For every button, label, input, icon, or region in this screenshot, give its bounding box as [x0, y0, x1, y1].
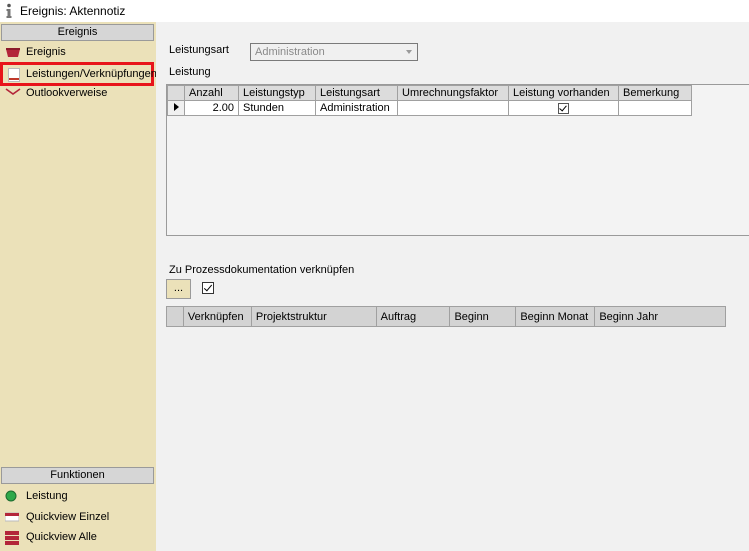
row-header-corner: [167, 85, 185, 101]
sidebar-item-ereignis[interactable]: Ereignis: [2, 43, 152, 61]
column-header-bemerkung[interactable]: Bemerkung: [618, 85, 692, 101]
cell-bemerkung[interactable]: [618, 100, 692, 116]
sidebar-item-outlookverweise[interactable]: Outlookverweise: [2, 84, 152, 102]
row-pointer-icon: [173, 103, 179, 111]
chevron-down-icon: [406, 50, 412, 54]
leistungsart-value: Administration: [255, 46, 325, 58]
prozess-checkbox[interactable]: [202, 282, 214, 294]
leistung-table: Anzahl Leistungstyp Leistungsart Umrechn…: [167, 85, 692, 116]
table-header-row: Verknüpfen Projektstruktur Auftrag Begin…: [166, 306, 726, 327]
column-header-leistungstyp[interactable]: Leistungstyp: [238, 85, 316, 101]
column-header-umrechnungsfaktor[interactable]: Umrechnungsfaktor: [397, 85, 509, 101]
prozess-label: Zu Prozessdokumentation verknüpfen: [169, 264, 355, 276]
column-header-projektstruktur[interactable]: Projektstruktur: [250, 306, 377, 327]
section-header-funktionen[interactable]: Funktionen: [1, 467, 154, 484]
leistungsart-select[interactable]: Administration: [250, 43, 418, 61]
sidebar-item-label: Leistung: [26, 490, 68, 502]
vorhanden-checkbox[interactable]: [558, 102, 569, 114]
quickview-single-icon: [5, 512, 19, 522]
row-header-corner: [166, 306, 184, 327]
row-selector[interactable]: [167, 100, 185, 116]
sidebar-item-quickview-einzel[interactable]: Quickview Einzel: [2, 508, 152, 526]
column-header-leistung-vorhanden[interactable]: Leistung vorhanden: [508, 85, 619, 101]
prozess-grid[interactable]: Verknüpfen Projektstruktur Auftrag Begin…: [166, 306, 726, 327]
sidebar-item-label: Quickview Einzel: [26, 511, 110, 523]
window-title: Ereignis: Aktennotiz: [20, 4, 126, 18]
cell-leistungsart[interactable]: Administration: [315, 100, 398, 116]
sidebar-item-label: Outlookverweise: [26, 87, 108, 99]
sidebar-item-quickview-alle[interactable]: Quickview Alle: [2, 528, 152, 546]
prozess-table: Verknüpfen Projektstruktur Auftrag Begin…: [166, 306, 726, 327]
cell-anzahl[interactable]: 2.00: [184, 100, 239, 116]
cell-leistung-vorhanden[interactable]: [508, 100, 619, 116]
sidebar: Ereignis Ereignis Leistungen/Verknüpfung…: [0, 22, 157, 551]
cell-leistungstyp[interactable]: Stunden: [238, 100, 316, 116]
sidebar-item-leistung[interactable]: Leistung: [2, 487, 152, 505]
sidebar-item-label: Ereignis: [26, 46, 66, 58]
main-panel: Leistungsart Administration Leistung Anz…: [156, 22, 749, 551]
sidebar-item-label: Leistungen/Verknüpfungen: [26, 68, 157, 80]
event-icon: [6, 48, 20, 57]
cell-umrechnungsfaktor[interactable]: [397, 100, 509, 116]
info-icon: [6, 3, 12, 18]
services-icon: [8, 68, 20, 82]
column-header-verknuepfen[interactable]: Verknüpfen: [182, 306, 252, 327]
column-header-beginn[interactable]: Beginn: [449, 306, 517, 327]
green-circle-icon: [5, 490, 17, 502]
title-bar: Ereignis: Aktennotiz: [0, 0, 749, 22]
browse-button[interactable]: ...: [166, 279, 191, 299]
sidebar-item-leistungen[interactable]: Leistungen/Verknüpfungen: [0, 62, 157, 86]
leistungsart-label: Leistungsart: [169, 44, 229, 56]
column-header-beginn-jahr[interactable]: Beginn Jahr: [594, 306, 726, 327]
table-row[interactable]: 2.00 Stunden Administration: [167, 100, 692, 116]
column-header-beginn-monat[interactable]: Beginn Monat: [515, 306, 596, 327]
section-header-ereignis[interactable]: Ereignis: [1, 24, 154, 41]
column-header-anzahl[interactable]: Anzahl: [184, 85, 239, 101]
leistung-label: Leistung: [169, 66, 211, 78]
leistung-grid[interactable]: Anzahl Leistungstyp Leistungsart Umrechn…: [166, 84, 749, 236]
column-header-leistungsart[interactable]: Leistungsart: [315, 85, 398, 101]
column-header-auftrag[interactable]: Auftrag: [375, 306, 451, 327]
outlook-icon: [5, 88, 21, 95]
table-header-row: Anzahl Leistungstyp Leistungsart Umrechn…: [167, 85, 692, 101]
quickview-all-icon: [5, 531, 19, 545]
sidebar-item-label: Quickview Alle: [26, 531, 97, 543]
